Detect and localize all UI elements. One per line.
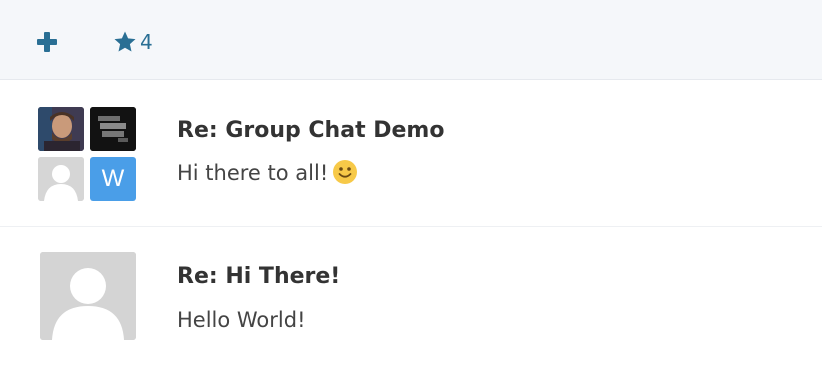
plus-icon — [37, 32, 57, 52]
letter-avatar-initial: W — [101, 165, 125, 192]
preview-text: Hi there to all! — [177, 161, 329, 185]
star-icon — [114, 31, 136, 52]
favorites-count: 4 — [140, 30, 153, 54]
conversation-item[interactable]: Re: Hi There! Hello World! — [0, 228, 822, 371]
smiley-emoji-icon — [333, 160, 358, 184]
default-avatar — [40, 252, 136, 340]
favorites-button[interactable]: 4 — [113, 29, 153, 55]
conversation-item[interactable]: W Re: Group Chat Demo Hi there to all! — [0, 81, 822, 227]
conversation-title: Re: Group Chat Demo — [177, 118, 445, 143]
group-avatar: W — [38, 107, 138, 201]
default-avatar — [38, 157, 84, 201]
conversation-preview: Hello World! — [177, 308, 306, 332]
conversation-preview: Hi there to all! — [177, 159, 358, 185]
conversation-title: Re: Hi There! — [177, 264, 341, 289]
game-cover-avatar — [90, 107, 136, 151]
conversation-toolbar: 4 — [0, 0, 822, 80]
photo-avatar — [38, 107, 84, 151]
new-conversation-button[interactable] — [36, 31, 58, 53]
letter-avatar: W — [90, 157, 136, 201]
